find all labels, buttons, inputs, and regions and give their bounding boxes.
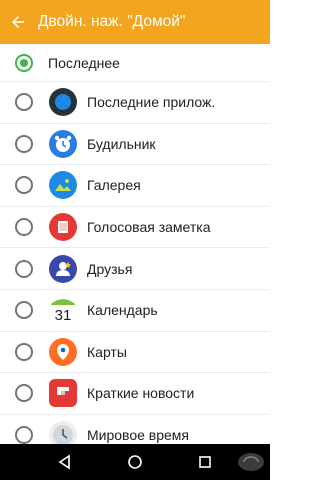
option-row-world-clock[interactable]: Мировое время <box>0 415 270 444</box>
home-circle-icon <box>128 455 142 469</box>
option-label: Последние прилож. <box>87 94 216 111</box>
option-row-recent-apps[interactable]: Последние прилож. <box>0 82 270 124</box>
nav-back-button[interactable] <box>50 447 80 477</box>
back-button[interactable] <box>0 0 36 44</box>
back-arrow-icon <box>12 16 24 28</box>
maps-icon <box>49 337 77 366</box>
option-row-friends[interactable]: Друзья <box>0 248 270 290</box>
option-label: Галерея <box>87 177 141 194</box>
option-row-briefing[interactable]: Краткие новости <box>0 373 270 415</box>
option-label: Мировое время <box>87 427 190 444</box>
option-row-maps[interactable]: Карты <box>0 332 270 374</box>
radio-button[interactable] <box>15 93 33 112</box>
calendar-icon: 31 <box>49 296 77 325</box>
radio-button[interactable] <box>15 426 33 444</box>
watermark-logo <box>238 453 264 471</box>
radio-button[interactable] <box>15 134 33 153</box>
option-label: Последнее <box>48 54 120 71</box>
world-clock-icon <box>49 421 77 444</box>
option-row-last[interactable]: Последнее <box>0 44 270 82</box>
page-title: Двойн. наж. "Домой" <box>38 13 186 30</box>
voice-memo-icon <box>49 213 77 242</box>
option-label: Карты <box>87 343 127 360</box>
alarm-clock-icon <box>49 129 77 158</box>
flipboard-icon <box>49 379 77 408</box>
option-label: Будильник <box>87 135 156 152</box>
recent-apps-icon <box>49 88 77 117</box>
option-row-voice-memo[interactable]: Голосовая заметка <box>0 207 270 249</box>
gallery-icon <box>49 171 77 200</box>
option-row-alarm[interactable]: Будильник <box>0 124 270 166</box>
radio-button[interactable] <box>15 176 33 195</box>
radio-button[interactable] <box>15 301 33 320</box>
radio-button[interactable] <box>15 218 33 237</box>
option-label: Календарь <box>87 302 158 319</box>
radio-button[interactable] <box>15 384 33 403</box>
app-options-list: Последнее Последние прилож. Будильник Га… <box>0 44 270 444</box>
app-bar: Двойн. наж. "Домой" <box>0 0 270 44</box>
nav-home-button[interactable] <box>120 447 150 477</box>
nav-recents-button[interactable] <box>190 447 220 477</box>
radio-selected[interactable] <box>15 53 33 72</box>
calendar-day-text: 31 <box>55 307 72 324</box>
back-triangle-icon <box>58 454 70 470</box>
option-row-calendar[interactable]: 31 Календарь <box>0 290 270 332</box>
option-label: Друзья <box>87 260 133 277</box>
option-row-gallery[interactable]: Галерея <box>0 165 270 207</box>
friends-icon <box>49 254 77 283</box>
recents-square-icon <box>199 456 211 468</box>
radio-button[interactable] <box>15 259 33 278</box>
option-label: Голосовая заметка <box>87 219 211 236</box>
option-label: Краткие новости <box>87 385 195 402</box>
radio-button[interactable] <box>15 342 33 361</box>
system-navigation-bar <box>0 444 270 480</box>
